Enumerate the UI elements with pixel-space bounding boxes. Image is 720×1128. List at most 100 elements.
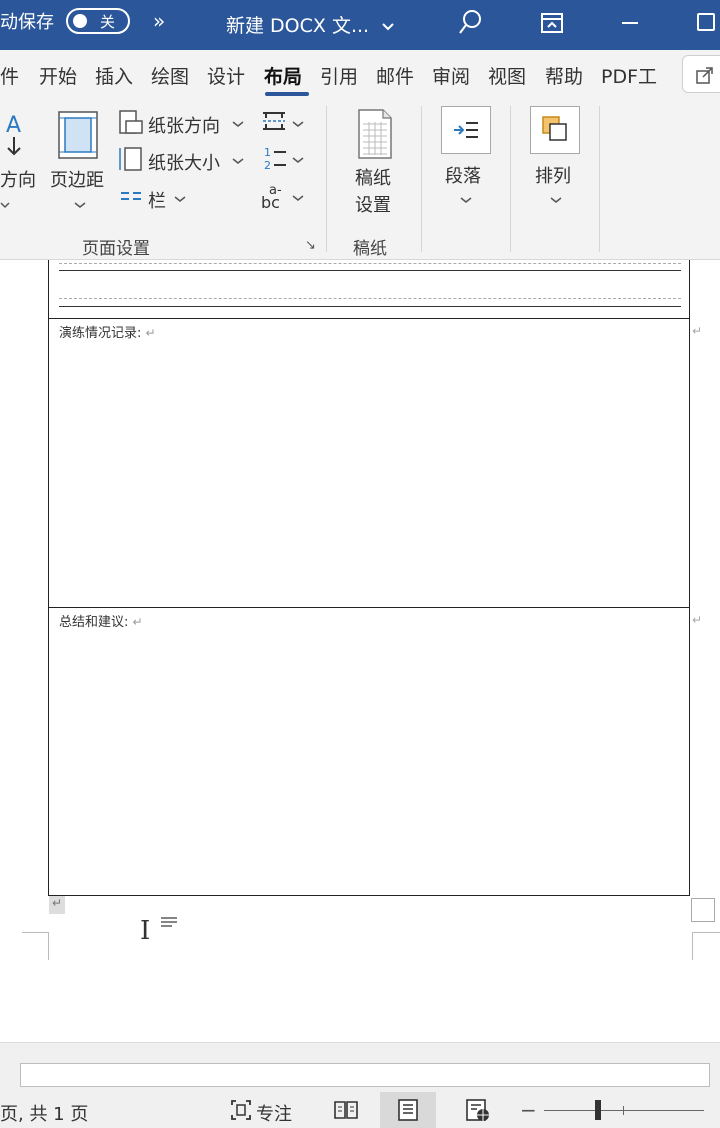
group-separator xyxy=(599,106,600,252)
tab-design[interactable]: 设计 xyxy=(207,62,245,89)
paragraph-label: 段落 xyxy=(445,166,481,187)
zoom-slider-thumb[interactable] xyxy=(595,1100,601,1120)
scroll-area xyxy=(0,1042,720,1092)
group-separator xyxy=(510,106,511,252)
return-mark: ↵ xyxy=(132,615,143,629)
maximize-icon[interactable] xyxy=(697,13,715,31)
page-setup-dialog-launcher[interactable]: ↘ xyxy=(305,238,316,253)
paragraph-icon xyxy=(441,106,491,154)
page-count[interactable]: 页, 共 1 页 xyxy=(0,1100,88,1126)
focus-icon xyxy=(231,1100,251,1120)
chevron-down-icon xyxy=(74,202,86,208)
tab-insert[interactable]: 插入 xyxy=(95,62,133,89)
chevron-down-icon xyxy=(550,197,562,203)
summary-cell[interactable]: 总结和建议: ↵ xyxy=(59,611,143,630)
document-canvas[interactable]: 演练情况记录: ↵ 总结和建议: ↵ ↵ ↵ ↵ I xyxy=(0,260,720,1042)
read-mode-button[interactable] xyxy=(318,1092,374,1128)
table-resize-handle[interactable] xyxy=(691,898,715,922)
document-title-button[interactable]: 新建 DOCX 文... xyxy=(226,11,395,38)
chevron-down-icon xyxy=(292,157,304,163)
tab-mailings[interactable]: 邮件 xyxy=(376,62,414,89)
minimize-icon[interactable] xyxy=(622,22,638,24)
more-commands-button[interactable]: » xyxy=(153,9,165,33)
book-icon xyxy=(334,1101,358,1119)
chevron-down-icon xyxy=(292,195,304,201)
tab-home[interactable]: 开始 xyxy=(39,62,77,89)
chevron-down-icon xyxy=(0,202,10,209)
draft-paper-label-line2: 设置 xyxy=(355,195,391,216)
drill-record-cell[interactable]: 演练情况记录: ↵ xyxy=(59,322,156,341)
status-bar: 页, 共 1 页 专注 − xyxy=(0,1092,720,1128)
zoom-out-button[interactable]: − xyxy=(520,1098,537,1122)
toggle-state: 关 xyxy=(100,13,116,31)
row-end-mark: ↵ xyxy=(692,613,703,627)
draft-paper-label-line1: 稿纸 xyxy=(355,168,391,189)
page-corner-mark xyxy=(22,932,49,960)
chevron-down-icon xyxy=(232,158,244,164)
drill-record-table: 演练情况记录: ↵ 总结和建议: ↵ xyxy=(48,260,690,896)
search-icon[interactable] xyxy=(458,8,484,40)
orientation-icon xyxy=(119,110,143,134)
text-direction-label: 方向 xyxy=(0,170,36,191)
tab-file[interactable]: 件 xyxy=(0,62,19,89)
underline xyxy=(59,306,681,307)
focus-label: 专注 xyxy=(256,1104,292,1125)
share-button[interactable] xyxy=(682,55,720,93)
print-layout-button[interactable] xyxy=(380,1092,436,1128)
title-bar: 动保存 关 » 新建 DOCX 文... xyxy=(0,0,720,50)
hyphenation-icon: a- bc xyxy=(261,183,282,210)
draft-paper-group-label: 稿纸 xyxy=(353,239,387,259)
zoom-slider-tick xyxy=(623,1106,624,1115)
toggle-knob xyxy=(73,14,87,28)
drill-record-label: 演练情况记录: xyxy=(59,326,142,341)
text-direction-icon: A xyxy=(6,113,21,156)
arrange-icon xyxy=(530,106,580,154)
chevron-down-icon xyxy=(174,196,186,202)
ribbon-display-options-icon[interactable] xyxy=(540,12,564,38)
autosave-label: 动保存 xyxy=(0,12,54,33)
columns-label: 栏 xyxy=(148,191,166,212)
page-corner-mark xyxy=(692,932,720,960)
dashed-line xyxy=(59,263,681,264)
margins-icon xyxy=(58,111,98,159)
summary-label: 总结和建议: xyxy=(59,615,129,630)
paragraph-mark: ↵ xyxy=(49,896,65,914)
autosave-toggle[interactable]: 关 xyxy=(66,8,130,34)
tab-view[interactable]: 视图 xyxy=(488,62,526,89)
ribbon-tabs: 件 开始 插入 绘图 设计 布局 引用 邮件 审阅 视图 帮助 PDF工 xyxy=(0,50,720,98)
svg-text:2: 2 xyxy=(264,159,271,171)
chevron-down-icon xyxy=(232,121,244,127)
page-size-label: 纸张大小 xyxy=(148,153,220,174)
svg-text:A: A xyxy=(6,113,21,138)
underline xyxy=(59,270,681,271)
row-end-mark: ↵ xyxy=(692,324,703,338)
web-layout-button[interactable] xyxy=(450,1092,506,1128)
click-and-type-icon xyxy=(161,917,177,927)
arrange-label: 排列 xyxy=(535,166,571,187)
tab-review[interactable]: 审阅 xyxy=(432,62,470,89)
web-layout-icon xyxy=(466,1099,489,1121)
columns-icon xyxy=(121,192,141,200)
svg-text:1: 1 xyxy=(264,146,271,159)
page-setup-group-label: 页面设置 xyxy=(82,239,150,259)
tab-layout[interactable]: 布局 xyxy=(264,62,302,89)
zoom-slider[interactable] xyxy=(544,1110,704,1111)
tab-draw[interactable]: 绘图 xyxy=(151,62,189,89)
svg-text:bc: bc xyxy=(261,193,280,210)
share-icon xyxy=(696,67,713,84)
page-size-icon xyxy=(119,147,142,171)
row-border xyxy=(49,318,689,319)
tab-help[interactable]: 帮助 xyxy=(545,62,583,89)
margins-label: 页边距 xyxy=(50,170,104,191)
orientation-label: 纸张方向 xyxy=(148,116,220,137)
horizontal-scrollbar[interactable] xyxy=(20,1063,710,1087)
text-cursor-icon: I xyxy=(140,916,151,946)
row-border xyxy=(49,607,689,608)
draft-paper-icon xyxy=(358,109,392,159)
return-mark: ↵ xyxy=(145,326,156,340)
active-tab-indicator xyxy=(265,92,309,96)
tab-pdf[interactable]: PDF工 xyxy=(601,62,657,89)
tab-references[interactable]: 引用 xyxy=(320,62,358,89)
document-title: 新建 DOCX 文... xyxy=(226,15,370,37)
line-numbers-icon: 1 2 xyxy=(264,146,286,171)
